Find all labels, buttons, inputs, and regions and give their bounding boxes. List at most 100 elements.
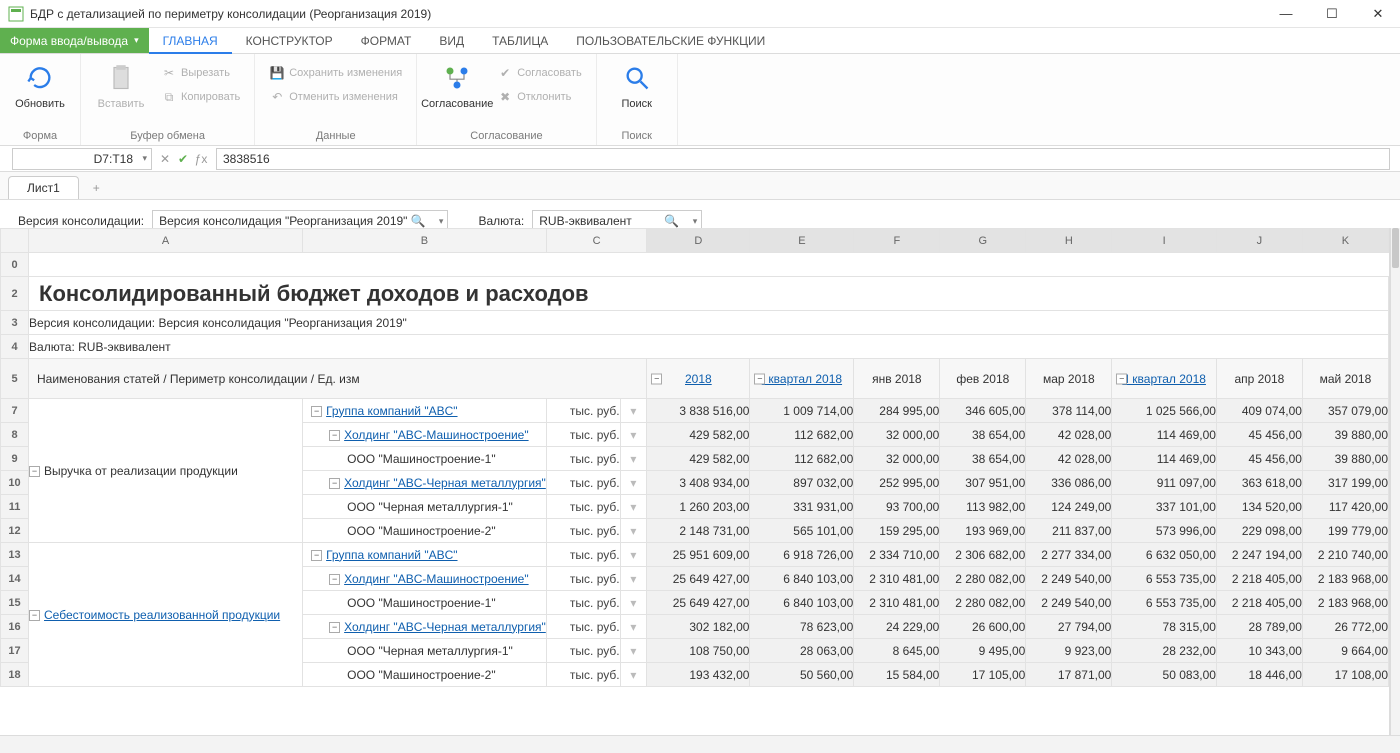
data-cell[interactable]: 159 295,00: [854, 519, 940, 543]
row-label[interactable]: −Холдинг "ABC-Черная металлургия": [303, 471, 547, 495]
data-cell[interactable]: 346 605,00: [940, 399, 1026, 423]
data-cell[interactable]: 78 623,00: [750, 615, 854, 639]
data-cell[interactable]: 42 028,00: [1026, 423, 1112, 447]
row-header-8[interactable]: 8: [1, 423, 29, 447]
filter-cell[interactable]: ▾: [620, 447, 647, 471]
data-cell[interactable]: 2 218 405,00: [1216, 591, 1302, 615]
filter-cell[interactable]: ▾: [620, 399, 647, 423]
data-cell[interactable]: 2 148 731,00: [647, 519, 750, 543]
row-label[interactable]: ООО "Машиностроение-2": [303, 519, 547, 543]
data-cell[interactable]: 336 086,00: [1026, 471, 1112, 495]
collapse-icon[interactable]: −: [329, 430, 340, 441]
row-label[interactable]: −Холдинг "ABC-Черная металлургия": [303, 615, 547, 639]
row-header-2[interactable]: 2: [1, 277, 29, 311]
data-cell[interactable]: 17 105,00: [940, 663, 1026, 687]
data-cell[interactable]: 199 779,00: [1302, 519, 1388, 543]
data-cell[interactable]: 2 280 082,00: [940, 591, 1026, 615]
row-header-17[interactable]: 17: [1, 639, 29, 663]
filter-cell[interactable]: ▾: [620, 591, 647, 615]
horizontal-scrollbar[interactable]: [0, 735, 1400, 753]
vertical-scrollbar[interactable]: [1390, 228, 1400, 735]
ribbon-tab-вид[interactable]: ВИД: [425, 28, 478, 53]
close-button[interactable]: ✕: [1364, 4, 1392, 24]
filter-cell[interactable]: ▾: [620, 495, 647, 519]
data-cell[interactable]: 26 772,00: [1302, 615, 1388, 639]
data-cell[interactable]: 6 553 735,00: [1112, 591, 1217, 615]
col-header-C[interactable]: C: [546, 229, 646, 253]
period-header-0[interactable]: −2018: [647, 359, 750, 399]
fx-icon[interactable]: ƒx: [192, 152, 210, 166]
data-cell[interactable]: 39 880,00: [1302, 447, 1388, 471]
data-cell[interactable]: 113 982,00: [940, 495, 1026, 519]
data-cell[interactable]: 6 840 103,00: [750, 591, 854, 615]
refresh-button[interactable]: Обновить: [10, 58, 70, 111]
data-cell[interactable]: 573 996,00: [1112, 519, 1217, 543]
data-cell[interactable]: 2 249 540,00: [1026, 591, 1112, 615]
data-cell[interactable]: 24 229,00: [854, 615, 940, 639]
row-label[interactable]: ООО "Машиностроение-1": [303, 591, 547, 615]
data-cell[interactable]: 363 618,00: [1216, 471, 1302, 495]
spreadsheet[interactable]: ABCDEFGHIJK02Консолидированный бюджет до…: [0, 228, 1390, 735]
data-cell[interactable]: 6 840 103,00: [750, 567, 854, 591]
row-label[interactable]: −Холдинг "ABC-Машиностроение": [303, 567, 547, 591]
data-cell[interactable]: 112 682,00: [750, 423, 854, 447]
col-header-H[interactable]: H: [1026, 229, 1112, 253]
data-cell[interactable]: 2 277 334,00: [1026, 543, 1112, 567]
filter-cell[interactable]: ▾: [620, 543, 647, 567]
ribbon-tab-пользовательские функции[interactable]: ПОЛЬЗОВАТЕЛЬСКИЕ ФУНКЦИИ: [562, 28, 779, 53]
data-cell[interactable]: 1 009 714,00: [750, 399, 854, 423]
data-cell[interactable]: 50 560,00: [750, 663, 854, 687]
row-header-12[interactable]: 12: [1, 519, 29, 543]
filter-cell[interactable]: ▾: [620, 519, 647, 543]
data-cell[interactable]: 134 520,00: [1216, 495, 1302, 519]
collapse-icon[interactable]: −: [311, 550, 322, 561]
row-label[interactable]: ООО "Машиностроение-1": [303, 447, 547, 471]
mode-dropdown[interactable]: Форма ввода/вывода: [0, 28, 149, 53]
data-cell[interactable]: 9 923,00: [1026, 639, 1112, 663]
data-cell[interactable]: 378 114,00: [1026, 399, 1112, 423]
row-header-10[interactable]: 10: [1, 471, 29, 495]
data-cell[interactable]: 38 654,00: [940, 447, 1026, 471]
row-header-5[interactable]: 5: [1, 359, 29, 399]
row-label[interactable]: −Группа компаний "ABC": [303, 543, 547, 567]
data-cell[interactable]: 1 025 566,00: [1112, 399, 1217, 423]
data-cell[interactable]: 8 645,00: [854, 639, 940, 663]
collapse-icon[interactable]: −: [29, 610, 40, 621]
add-sheet-button[interactable]: +: [83, 177, 110, 199]
data-cell[interactable]: 6 632 050,00: [1112, 543, 1217, 567]
category-cell[interactable]: −Себестоимость реализованной продукции: [29, 543, 303, 687]
col-header-A[interactable]: A: [29, 229, 303, 253]
data-cell[interactable]: 2 306 682,00: [940, 543, 1026, 567]
col-header-D[interactable]: D: [647, 229, 750, 253]
col-header-G[interactable]: G: [940, 229, 1026, 253]
row-header-13[interactable]: 13: [1, 543, 29, 567]
data-cell[interactable]: 9 664,00: [1302, 639, 1388, 663]
data-cell[interactable]: 252 995,00: [854, 471, 940, 495]
data-cell[interactable]: 15 584,00: [854, 663, 940, 687]
data-cell[interactable]: 302 182,00: [647, 615, 750, 639]
data-cell[interactable]: 6 553 735,00: [1112, 567, 1217, 591]
row-header-7[interactable]: 7: [1, 399, 29, 423]
collapse-icon[interactable]: −: [651, 373, 662, 384]
data-cell[interactable]: 357 079,00: [1302, 399, 1388, 423]
filter-cell[interactable]: ▾: [620, 615, 647, 639]
row-label[interactable]: −Холдинг "ABC-Машиностроение": [303, 423, 547, 447]
category-cell[interactable]: −Выручка от реализации продукции: [29, 399, 303, 543]
data-cell[interactable]: 3 408 934,00: [647, 471, 750, 495]
row-header-0[interactable]: 0: [1, 253, 29, 277]
data-cell[interactable]: 193 432,00: [647, 663, 750, 687]
collapse-icon[interactable]: −: [329, 574, 340, 585]
row-label[interactable]: ООО "Черная металлургия-1": [303, 495, 547, 519]
sheet-tab-1[interactable]: Лист1: [8, 176, 79, 199]
data-cell[interactable]: 229 098,00: [1216, 519, 1302, 543]
data-cell[interactable]: 10 343,00: [1216, 639, 1302, 663]
period-header-7[interactable]: май 2018: [1302, 359, 1388, 399]
collapse-icon[interactable]: −: [329, 622, 340, 633]
data-cell[interactable]: 429 582,00: [647, 423, 750, 447]
collapse-icon[interactable]: −: [754, 373, 765, 384]
data-cell[interactable]: 114 469,00: [1112, 423, 1217, 447]
data-cell[interactable]: 2 183 968,00: [1302, 591, 1388, 615]
period-header-3[interactable]: фев 2018: [940, 359, 1026, 399]
period-header-1[interactable]: −I квартал 2018: [750, 359, 854, 399]
data-cell[interactable]: 42 028,00: [1026, 447, 1112, 471]
